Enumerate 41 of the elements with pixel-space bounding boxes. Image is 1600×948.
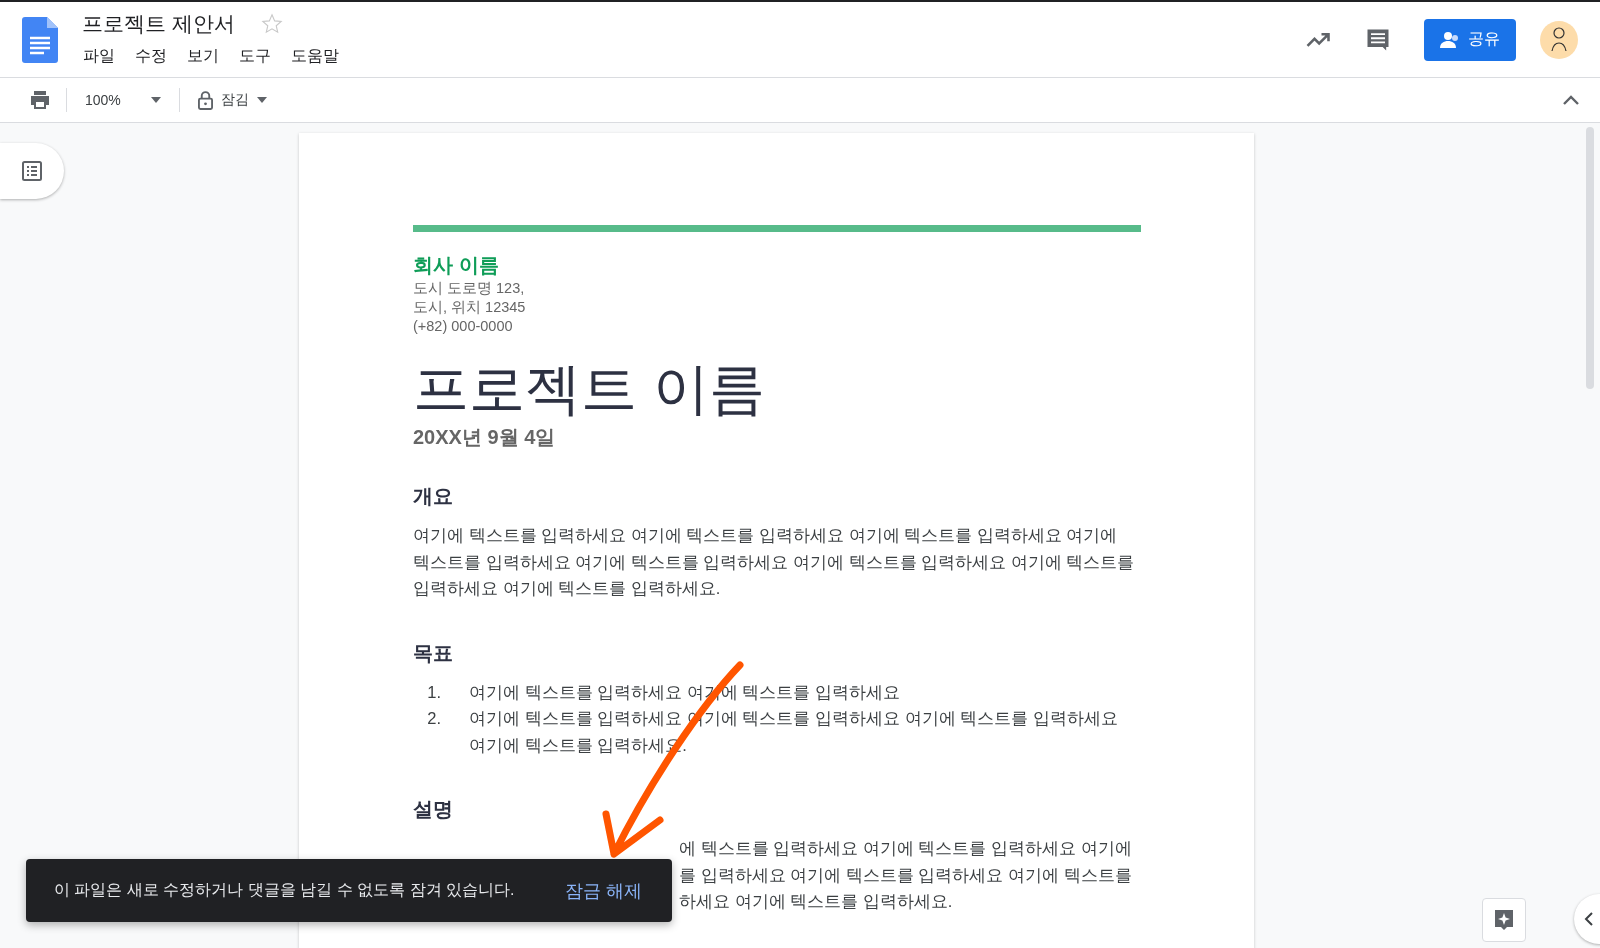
caret-icon xyxy=(150,97,161,103)
address-line: 도시, 위치 12345 xyxy=(413,298,527,317)
menu-item[interactable]: 도움말 xyxy=(284,44,346,69)
collapse-icon[interactable] xyxy=(1562,94,1580,106)
zoom-dropdown[interactable]: 100% xyxy=(81,90,165,110)
share-button[interactable]: 공유 xyxy=(1424,18,1516,61)
lock-icon xyxy=(197,90,213,110)
explore-button[interactable] xyxy=(1482,898,1526,942)
caret-icon xyxy=(256,97,267,103)
outline-icon xyxy=(20,159,44,183)
chevron-left-icon xyxy=(1584,912,1594,926)
address-line: 도시 도로명 123, xyxy=(413,279,526,298)
project-title: 프로젝트 이름 xyxy=(413,356,766,422)
avatar[interactable] xyxy=(1540,20,1578,59)
date-subtitle: 20XX년 9월 4일 xyxy=(413,425,557,450)
menu-item[interactable]: 도구 xyxy=(232,44,278,69)
person-icon xyxy=(1440,29,1460,50)
paragraph: 여기에 텍스트를 입력하세요 여기에 텍스트를 입력하세요 여기에 텍스트를 입력하세요 여기에 텍스트를 입력하세요 여기에 텍스트를 입력하세요 여기에 텍스트를 입력하세요 여기에 텍스트를 입력하세요 여기에 텍스트를 입력하세요. xyxy=(413,525,1136,599)
list-number: 2. xyxy=(426,708,442,729)
section-heading: 개요 xyxy=(413,484,454,509)
document-title[interactable]: 프로젝트 제안서 xyxy=(82,10,235,38)
mode-dropdown[interactable]: 잠김 xyxy=(193,88,271,112)
scrollbar[interactable] xyxy=(1586,127,1594,389)
sparkle-icon xyxy=(1493,909,1515,931)
menu-item[interactable]: 파일 xyxy=(76,44,122,69)
document-icon[interactable] xyxy=(22,16,58,63)
text-line: 하세요 여기에 텍스트를 입력하세요. xyxy=(679,892,953,910)
section-heading: 목표 xyxy=(413,640,454,666)
list-number: 1. xyxy=(426,681,442,703)
menu-item[interactable]: 수정 xyxy=(128,44,174,69)
text-line: 에 텍스트를 입력하세요 여기에 텍스트를 입력하세요 여기에 xyxy=(679,839,1132,857)
company-name: 회사 이름 xyxy=(413,253,500,278)
snackbar-message: 이 파일은 새로 수정하거나 댓글을 남길 수 없도록 잠겨 있습니다. xyxy=(54,880,516,900)
print-icon[interactable] xyxy=(28,88,52,112)
section-heading: 설명 xyxy=(413,797,454,822)
menu-item[interactable]: 보기 xyxy=(180,44,226,69)
address-line: (+82) 000-0000 xyxy=(413,317,514,336)
outline-button[interactable] xyxy=(0,143,64,199)
unlock-link[interactable]: 잠금 해제 xyxy=(565,878,642,903)
text-line: 를 입력하세요 여기에 텍스트를 입력하세요 여기에 텍스트를 xyxy=(679,865,1132,884)
star-icon[interactable] xyxy=(260,13,283,35)
